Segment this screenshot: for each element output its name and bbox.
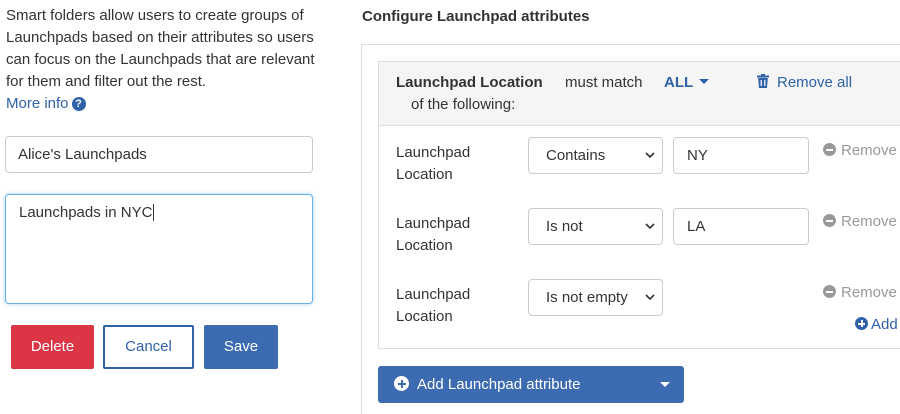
cancel-button[interactable]: Cancel (103, 325, 194, 369)
rule-operator-value: Contains (546, 147, 606, 164)
delete-button[interactable]: Delete (11, 325, 94, 369)
rule-attribute-label: Launchpad Location (396, 286, 471, 325)
chevron-down-icon (645, 223, 655, 230)
smart-folder-description: Smart folders allow users to create grou… (6, 5, 326, 115)
add-rule-button[interactable]: Add (855, 316, 898, 333)
rule-operator-select[interactable]: Contains (528, 137, 663, 174)
plus-circle-icon (855, 317, 868, 330)
rule-remove-button[interactable]: Remove (823, 213, 897, 230)
info-icon: ? (71, 97, 86, 111)
minus-circle-icon (823, 143, 836, 156)
folder-name-input[interactable]: Alice's Launchpads (5, 136, 313, 173)
remove-all-label: Remove all (777, 74, 853, 91)
folder-description-value: Launchpads in NYC (19, 204, 153, 221)
description-text: Smart folders allow users to create grou… (6, 7, 315, 90)
match-mode-value: ALL (664, 74, 694, 91)
rule-attribute-label: Launchpad Location (396, 215, 471, 254)
config-title: Configure Launchpad attributes (362, 8, 590, 25)
rule-remove-button[interactable]: Remove (823, 284, 897, 301)
caret-down-icon (660, 382, 670, 387)
add-launchpad-attribute-button[interactable]: Add Launchpad attribute (378, 366, 684, 403)
match-mode-dropdown[interactable]: ALL (664, 74, 710, 91)
group-attribute-label: Launchpad Location (396, 74, 543, 91)
caret-down-icon (699, 79, 710, 84)
more-info-link[interactable]: More info? (6, 95, 86, 112)
must-match-label: must match (565, 74, 643, 91)
save-button[interactable]: Save (204, 325, 278, 369)
chevron-down-icon (645, 294, 655, 301)
trash-icon (757, 74, 769, 88)
folder-description-textarea[interactable]: Launchpads in NYC (5, 194, 313, 304)
rule-value: NY (687, 147, 708, 164)
of-following-label: of the following: (411, 96, 516, 113)
plus-circle-icon (394, 376, 409, 391)
rule-value-input[interactable]: NY (673, 137, 809, 174)
rule-operator-value: Is not (546, 218, 583, 235)
rule-operator-select[interactable]: Is not empty (528, 279, 663, 316)
rule-remove-button[interactable]: Remove (823, 142, 897, 159)
rule-attribute-label: Launchpad Location (396, 144, 471, 183)
add-attribute-label: Add Launchpad attribute (417, 376, 581, 393)
remove-all-button[interactable]: Remove all (757, 74, 852, 91)
rule-value: LA (687, 218, 706, 235)
rule-value-input[interactable]: LA (673, 208, 809, 245)
rule-group-header (379, 62, 900, 126)
rule-operator-value: Is not empty (546, 289, 628, 306)
text-cursor (153, 204, 155, 221)
folder-name-value: Alice's Launchpads (18, 146, 147, 163)
rule-operator-select[interactable]: Is not (528, 208, 663, 245)
minus-circle-icon (823, 214, 836, 227)
chevron-down-icon (645, 152, 655, 159)
minus-circle-icon (823, 285, 836, 298)
